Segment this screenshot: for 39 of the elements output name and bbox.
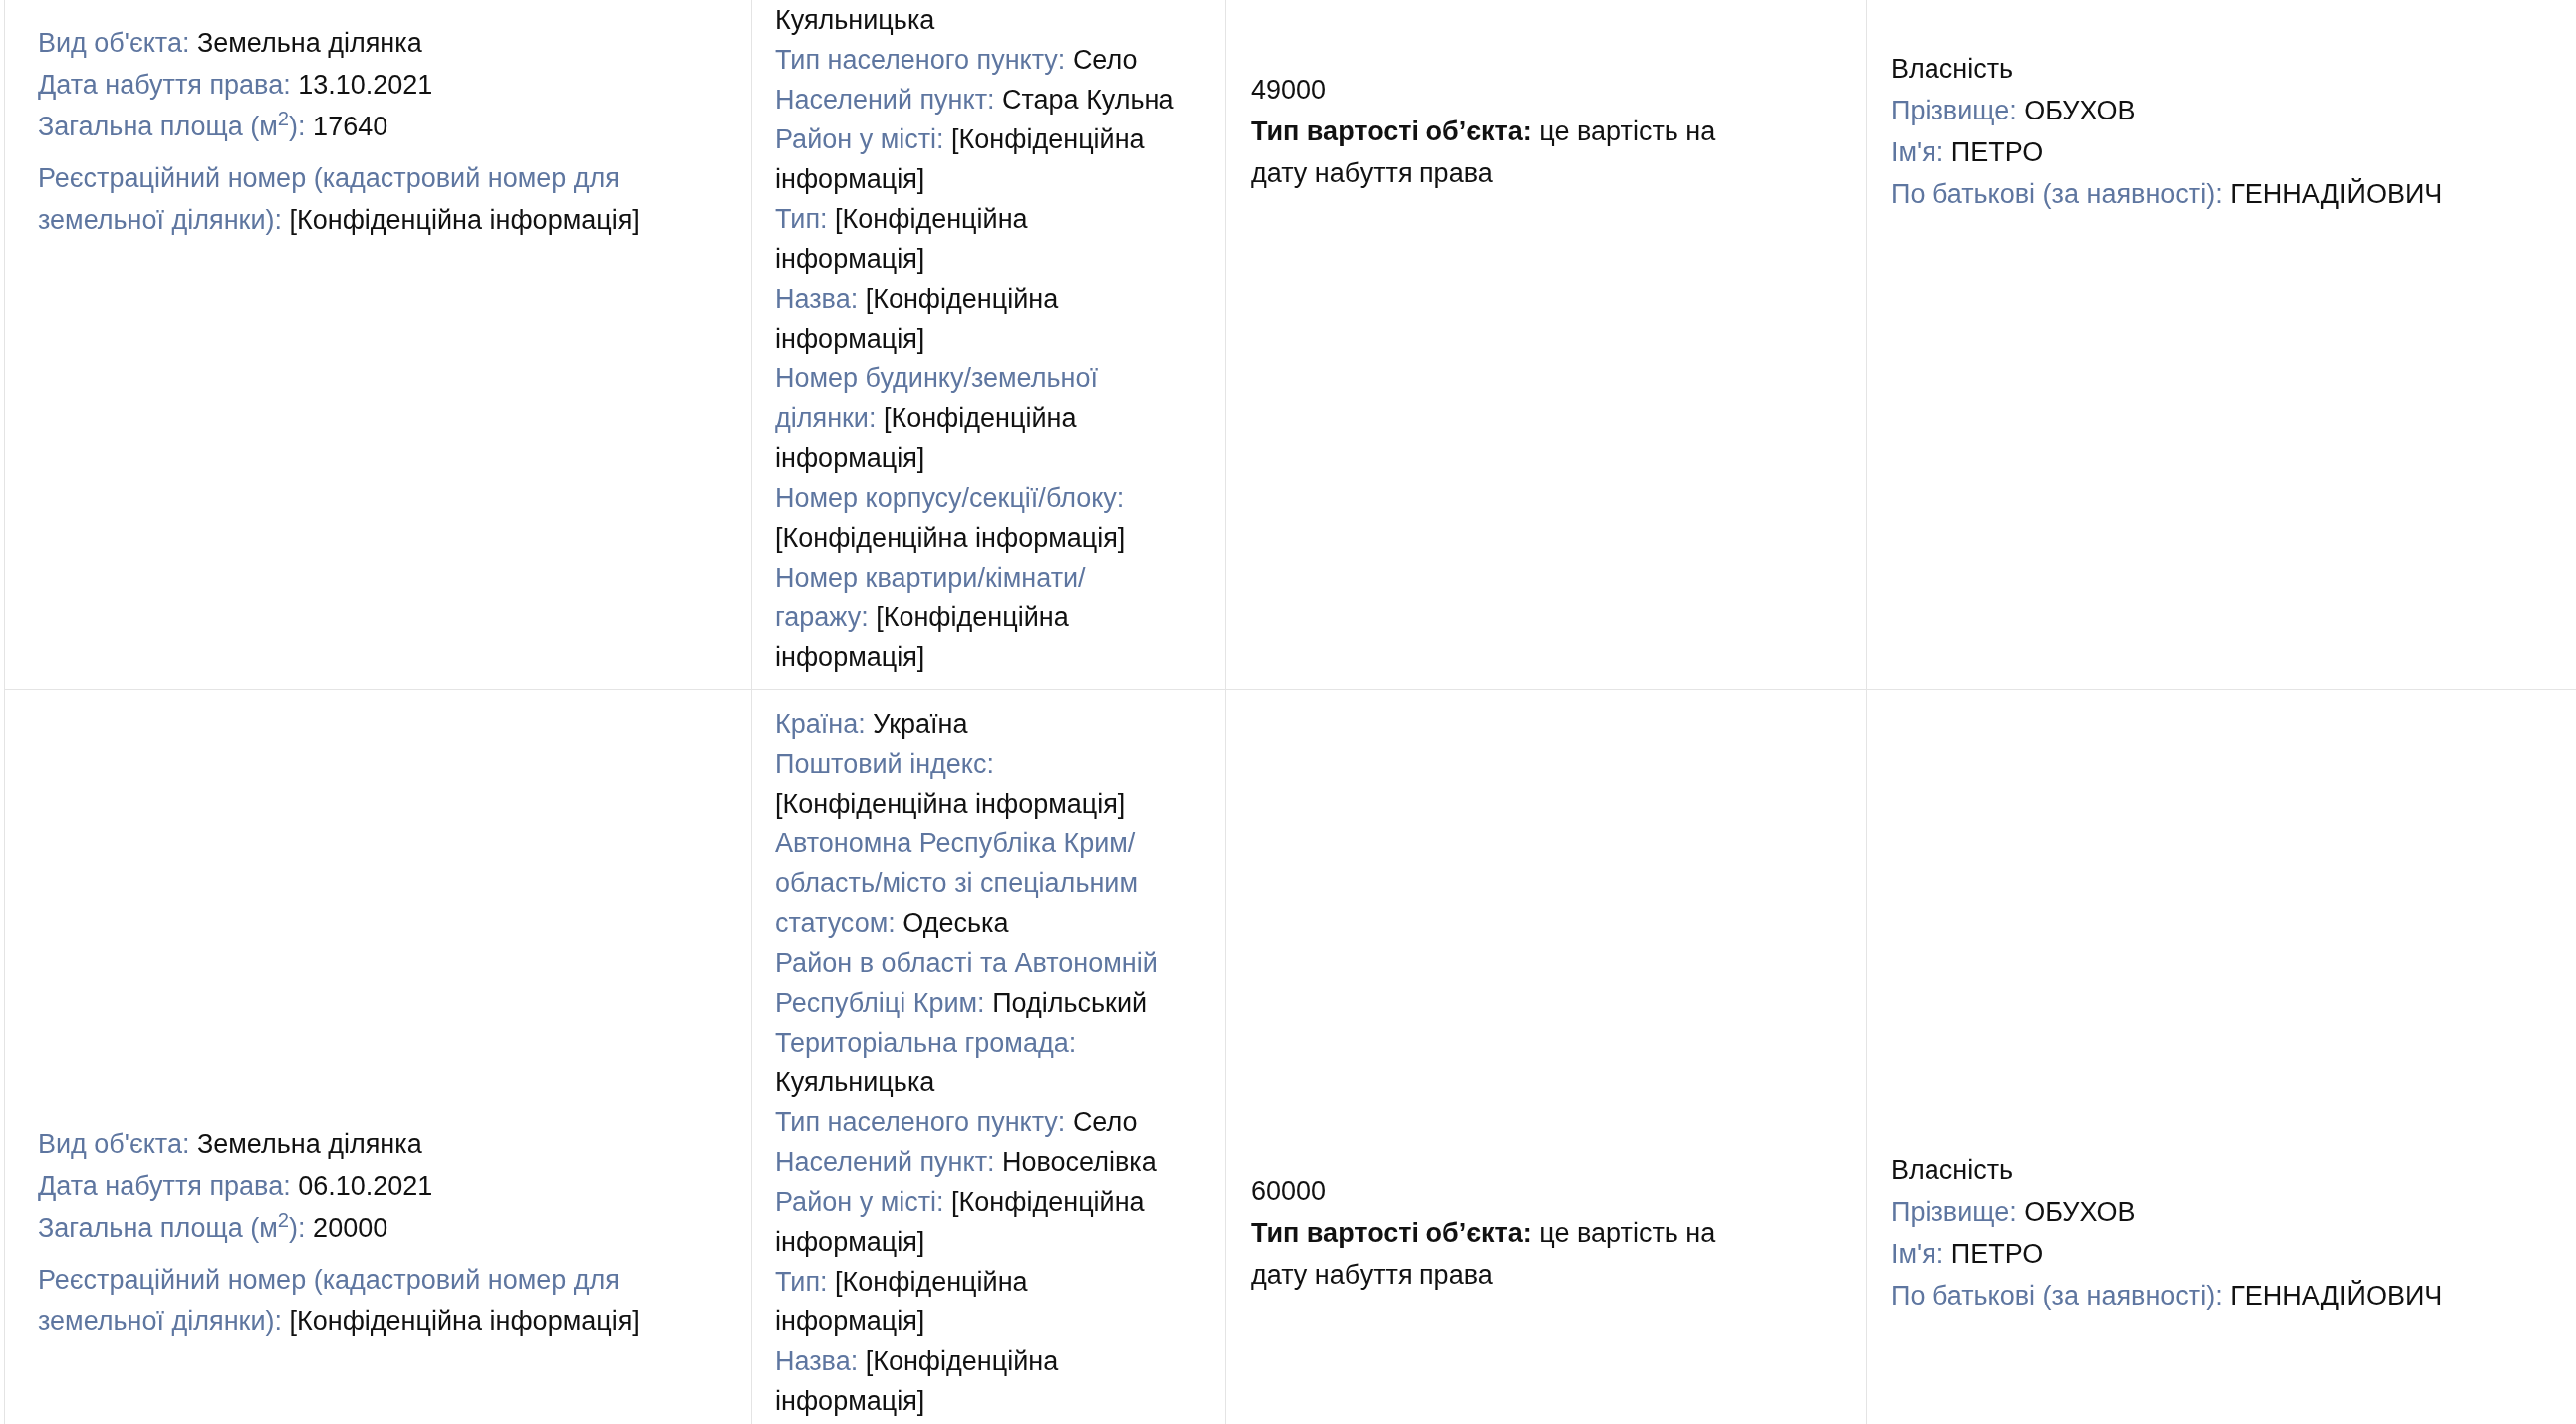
object-detail: Вид об'єкта: Земельна ділянка [38,27,423,60]
address-detail: Тип: [Конфіденційна інформація] [775,1266,1029,1338]
address-detail: Назва: [Конфіденційна інформація] [775,283,1060,356]
address-detail: Тип: [Конфіденційна інформація] [775,203,1029,276]
address-detail: Територіальна громада: Куяльницька [775,1027,1078,1099]
registration-number-detail: Реєстраційний номер (кадастровий номер для земельної ділянки): [Конфіденційна інформація] [38,162,641,237]
object-detail: Вид об'єкта: Земельна ділянка [38,1128,423,1161]
registration-number-detail: Реєстраційний номер (кадастровий номер для земельної ділянки): [Конфіденційна інформація] [38,1264,641,1338]
address-detail: Район в області та Автономній Республіці Крим: Подільський [775,947,1159,1020]
address-detail: Назва: [Конфіденційна інформація] [775,1345,1060,1418]
owner-detail: По батькові (за наявності): ГЕННАДІЙОВИЧ [1891,1279,2444,1312]
owner-detail: Прізвище: ОБУХОВ [1891,95,2137,127]
object-detail: Дата набуття права: 13.10.2021 [38,69,434,102]
address-detail: Номер корпусу/секції/блоку: [Конфіденційна інформація] [775,482,1127,555]
object-detail: Загальна площа (м$^{2}$): 17640 [38,106,389,143]
owner-detail: Ім'я: ПЕТРО [1891,136,2045,169]
address-detail: Район у місті: [Конфіденційна інформація] [775,1186,1146,1259]
address-detail: Населений пункт: Новоселівка [775,1146,1158,1179]
address-detail: Номер квартири/кімнати/гаражу: [Конфіденційна інформація] [775,562,1087,674]
right-type-text: Власність [1891,53,2015,86]
address-detail: Населений пункт: Стара Кульна [775,84,1175,117]
address-detail: Тип населеного пункту: Село [775,1106,1139,1139]
object-detail: Загальна площа (м$^{2}$): 20000 [38,1207,389,1245]
address-detail: Країна: Україна [775,708,969,741]
right-type-text: Власність [1891,1154,2015,1187]
address-detail: Номер будинку/земельної ділянки: [Конфіденційна інформація] [775,362,1099,475]
address-detail: Тип населеного пункту: Село [775,44,1139,77]
cost-amount: 60000 [1251,1175,1328,1208]
owner-detail: Прізвище: ОБУХОВ [1891,1196,2137,1229]
address-detail: Автономна Республіка Крим/область/місто зі спеціальним статусом: Одеська [775,828,1139,940]
owner-detail: Ім'я: ПЕТРО [1891,1238,2045,1271]
owner-detail: По батькові (за наявності): ГЕННАДІЙОВИЧ [1891,177,2444,211]
address-detail: Поштовий індекс: [Конфіденційна інформація] [775,748,1127,821]
cost-type-text: Тип вартості об’єкта: це вартість на дату набуття права [1251,116,1717,190]
address-detail: Район у місті: [Конфіденційна інформація] [775,123,1146,196]
cost-type-text: Тип вартості об’єкта: це вартість на дату набуття права [1251,1217,1717,1292]
address-detail: Куяльницька [775,4,936,37]
object-detail: Дата набуття права: 06.10.2021 [38,1170,434,1203]
cost-amount: 49000 [1251,74,1328,107]
